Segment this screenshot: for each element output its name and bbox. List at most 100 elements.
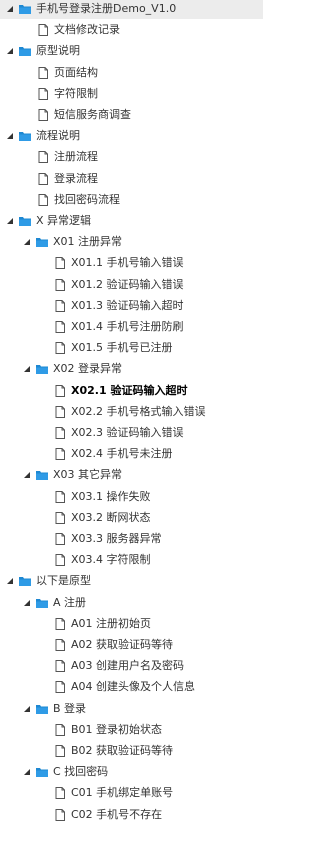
tree-page-row[interactable]: X01.1 手机号输入错误	[0, 252, 263, 273]
tree-item-label: C 找回密码	[53, 765, 109, 779]
tree-folder-row[interactable]: 原型说明	[0, 40, 263, 61]
tree-item-label: 注册流程	[54, 150, 98, 164]
tree-page-row[interactable]: A01 注册初始页	[0, 613, 263, 634]
page-icon	[55, 639, 65, 651]
tree-page-row[interactable]: 字符限制	[0, 83, 263, 104]
tree-page-row[interactable]: X03.1 操作失败	[0, 486, 263, 507]
expanded-arrow-icon[interactable]	[23, 599, 31, 607]
folder-icon	[19, 132, 31, 142]
expanded-arrow-icon[interactable]	[23, 238, 31, 246]
folder-icon	[19, 577, 31, 587]
folder-icon	[36, 704, 48, 714]
page-icon	[38, 87, 48, 100]
expanded-arrow-icon[interactable]	[23, 365, 31, 373]
tree-item-label: 手机号登录注册Demo_V1.0	[36, 2, 177, 15]
tree-page-row[interactable]: A04 创建头像及个人信息	[0, 676, 263, 697]
expanded-arrow-icon[interactable]	[23, 471, 31, 479]
tree-page-row[interactable]: 注册流程	[0, 146, 263, 167]
folder-icon	[19, 217, 31, 226]
tree-page-row[interactable]: X03.4 字符限制	[0, 549, 263, 570]
tree-item-label: C01 手机绑定单账号	[71, 786, 174, 800]
tree-item-label: X01.2 验证码输入错误	[71, 277, 184, 291]
tree-item-label: X01.3 验证码输入超时	[71, 298, 184, 312]
tree-page-row[interactable]: C01 手机绑定单账号	[0, 782, 263, 803]
folder-icon	[36, 365, 48, 375]
tree-page-row[interactable]: B02 获取验证码等待	[0, 740, 263, 761]
tree-item-label: X02.4 手机号未注册	[71, 447, 173, 461]
tree-folder-row[interactable]: B 登录	[0, 698, 263, 719]
tree-page-row[interactable]: 登录流程	[0, 168, 263, 189]
expanded-arrow-icon[interactable]	[6, 47, 14, 55]
tree-item-label: 字符限制	[54, 86, 98, 100]
tree-page-row[interactable]: X02.4 手机号未注册	[0, 443, 263, 464]
page-icon	[55, 278, 65, 291]
page-icon	[55, 511, 65, 524]
tree-folder-row[interactable]: C 找回密码	[0, 761, 263, 782]
expanded-arrow-icon[interactable]	[6, 132, 14, 140]
tree-item-label: X03.2 断网状态	[71, 510, 151, 524]
tree-item-label: 流程说明	[36, 129, 80, 143]
tree-item-label: C02 手机号不存在	[71, 807, 163, 821]
tree-item-label: A04 创建头像及个人信息	[71, 680, 196, 694]
tree-page-row[interactable]: X01.2 验证码输入错误	[0, 274, 263, 295]
folder-icon	[36, 598, 48, 608]
tree-item-label: B01 登录初始状态	[71, 722, 163, 736]
tree-folder-row[interactable]: 流程说明	[0, 125, 263, 146]
tree-item-label: X01.1 手机号输入错误	[71, 256, 184, 270]
page-icon	[55, 257, 65, 270]
tree-page-row[interactable]: 文档修改记录	[0, 19, 263, 40]
page-icon	[55, 448, 65, 461]
tree-item-label: 文档修改记录	[54, 23, 120, 37]
page-icon	[55, 660, 65, 673]
expanded-arrow-icon[interactable]	[23, 768, 31, 776]
tree-folder-row[interactable]: X01 注册异常	[0, 231, 263, 252]
tree-item-label: 原型说明	[36, 44, 80, 58]
page-icon	[55, 405, 65, 418]
tree-folder-row[interactable]: 以下是原型	[0, 570, 263, 591]
tree-page-row[interactable]: C02 手机号不存在	[0, 804, 263, 825]
page-icon	[38, 66, 48, 79]
page-icon	[55, 617, 65, 630]
tree-page-row[interactable]: 找回密码流程	[0, 189, 263, 210]
tree-item-label: X01 注册异常	[53, 235, 123, 249]
tree-page-row[interactable]: X02.3 验证码输入错误	[0, 422, 263, 443]
expanded-arrow-icon[interactable]	[6, 217, 14, 225]
tree-item-label: 页面结构	[54, 65, 98, 79]
tree-page-row[interactable]: 页面结构	[0, 62, 263, 83]
page-icon	[38, 151, 48, 164]
folder-icon	[19, 5, 31, 14]
tree-page-row[interactable]: A03 创建用户名及密码	[0, 655, 263, 676]
tree-page-row[interactable]: X01.4 手机号注册防刷	[0, 316, 263, 337]
expanded-arrow-icon[interactable]	[6, 5, 14, 13]
page-icon	[55, 342, 65, 355]
tree-folder-row[interactable]: 手机号登录注册Demo_V1.0	[0, 0, 263, 19]
tree-page-row[interactable]: X01.3 验证码输入超时	[0, 295, 263, 316]
folder-icon	[36, 238, 48, 248]
tree-folder-row[interactable]: X 异常逻辑	[0, 210, 263, 231]
tree-item-label: X03.3 服务器异常	[71, 532, 162, 545]
folder-icon	[36, 471, 48, 481]
tree-page-row[interactable]: X01.5 手机号已注册	[0, 337, 263, 358]
tree-item-label: X03.1 操作失败	[71, 489, 151, 503]
tree-item-label: 短信服务商调查	[54, 108, 131, 121]
tree-folder-row[interactable]: X03 其它异常	[0, 464, 263, 485]
tree-folder-row[interactable]: A 注册	[0, 592, 263, 613]
page-icon	[55, 787, 65, 800]
tree-page-row[interactable]: X02.1 验证码输入超时	[0, 380, 263, 401]
tree-page-row[interactable]: X03.3 服务器异常	[0, 528, 263, 549]
expanded-arrow-icon[interactable]	[6, 577, 14, 585]
page-icon	[55, 299, 65, 312]
page-icon	[38, 24, 48, 37]
page-icon	[55, 808, 65, 821]
tree-page-row[interactable]: B01 登录初始状态	[0, 719, 263, 740]
tree-page-row[interactable]: X02.2 手机号格式输入错误	[0, 401, 263, 422]
tree-page-row[interactable]: X03.2 断网状态	[0, 507, 263, 528]
folder-icon	[36, 768, 48, 778]
tree-folder-row[interactable]: X02 登录异常	[0, 358, 263, 379]
page-icon	[55, 723, 65, 736]
tree-item-label: X03.4 字符限制	[71, 553, 151, 567]
page-icon	[55, 427, 65, 439]
expanded-arrow-icon[interactable]	[23, 705, 31, 713]
tree-page-row[interactable]: A02 获取验证码等待	[0, 634, 263, 655]
tree-page-row[interactable]: 短信服务商调查	[0, 104, 263, 125]
